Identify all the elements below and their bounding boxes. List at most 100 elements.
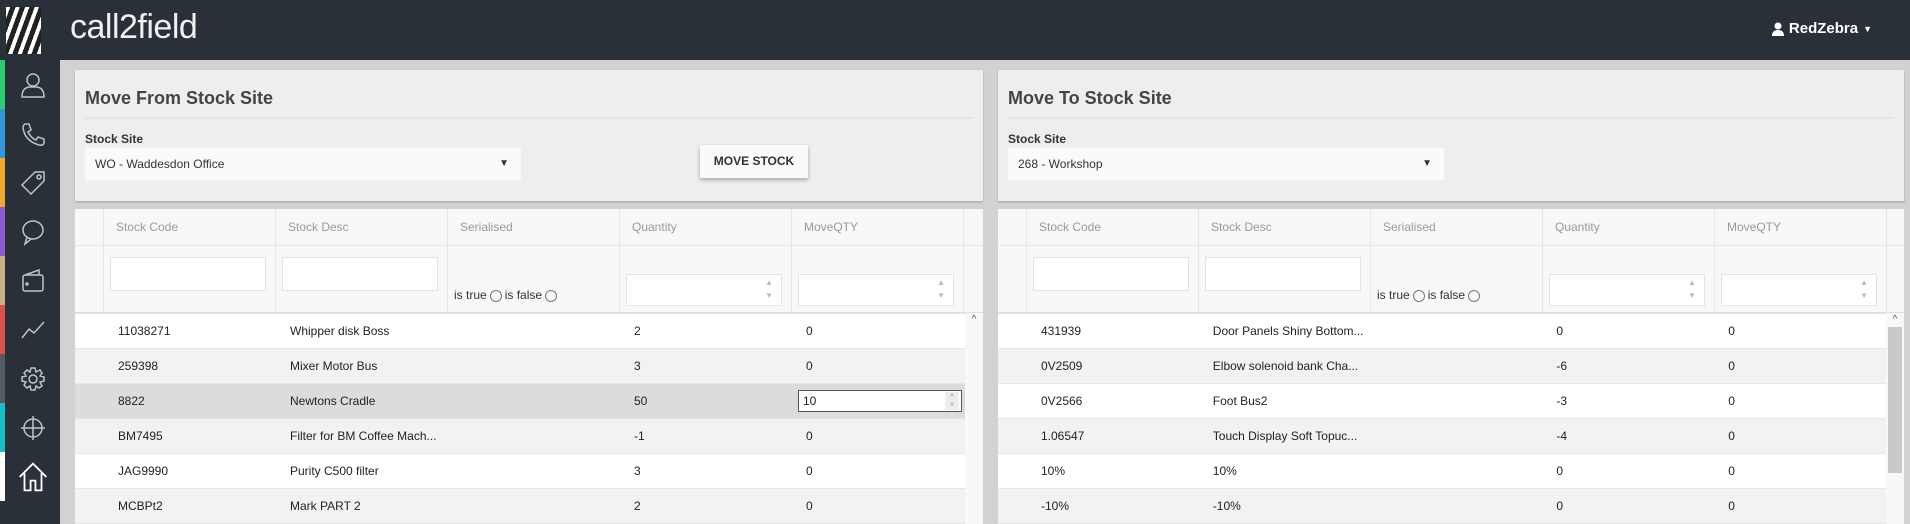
divider <box>1008 117 1894 119</box>
is-true-radio[interactable] <box>1412 289 1425 302</box>
serialised <box>1371 454 1543 488</box>
selected-value: 268 - Workshop <box>1018 157 1103 171</box>
spinner-icon[interactable]: ˄ ˅ <box>945 392 959 410</box>
stock-code: 10% <box>1040 464 1065 478</box>
move-stock-button[interactable]: MOVE STOCK <box>700 145 808 178</box>
stock-code-filter[interactable] <box>110 257 266 291</box>
stock-site-label: Stock Site <box>1008 132 1067 146</box>
serialised <box>1371 314 1543 348</box>
table-row[interactable]: 431939 Door Panels Shiny Bottom... 0 0 <box>998 314 1886 349</box>
column-header[interactable]: Serialised <box>1371 209 1543 245</box>
table-row[interactable]: -10% -10% 0 0 <box>998 489 1886 524</box>
gear-icon <box>20 366 45 391</box>
stock-desc-filter[interactable] <box>1205 257 1361 291</box>
column-header[interactable]: MoveQTY <box>1715 209 1887 245</box>
stock-desc: Newtons Cradle <box>290 394 376 408</box>
moveqty[interactable]: 0 <box>1714 349 1886 383</box>
table-row[interactable]: 1.06547 Touch Display Soft Topuc... -4 0 <box>998 419 1886 454</box>
stock-code-filter[interactable] <box>1033 257 1189 291</box>
serialised <box>1371 489 1543 523</box>
column-header[interactable]: Quantity <box>1543 209 1715 245</box>
column-header[interactable]: MoveQTY <box>792 209 964 245</box>
grid-filter-row: is true is false ▲ ▼ ▲ ▼ <box>998 246 1904 314</box>
moveqty[interactable]: 0 <box>1714 419 1886 453</box>
sidebar-item-phone[interactable] <box>0 109 60 158</box>
table-row[interactable]: MCBPt2 Mark PART 2 2 0 <box>75 489 965 524</box>
from-stock-grid: Stock Code Stock Desc Serialised Quantity Mo… <box>75 209 983 524</box>
caret-down-icon: ▼ <box>1863 23 1872 34</box>
is-false-radio[interactable] <box>545 289 558 302</box>
moveqty-filter[interactable]: ▲ ▼ <box>798 274 954 306</box>
stock-code: 8822 <box>118 394 145 408</box>
stock-desc: Filter for BM Coffee Mach... <box>290 429 437 443</box>
table-row[interactable]: 0V2566 Foot Bus2 -3 0 <box>998 384 1886 419</box>
stock-code: 1.06547 <box>1040 429 1085 443</box>
moveqty[interactable]: 0 <box>792 489 964 523</box>
column-header[interactable]: Stock Desc <box>276 209 448 245</box>
stock-desc-filter[interactable] <box>282 257 438 291</box>
table-row[interactable]: 10% 10% 0 0 <box>998 454 1886 489</box>
moveqty-filter[interactable]: ▲ ▼ <box>1721 274 1877 306</box>
column-header[interactable]: Serialised <box>448 209 620 245</box>
sidebar-item-chart[interactable] <box>0 305 60 354</box>
user-icon <box>20 72 45 98</box>
column-header[interactable]: Quantity <box>620 209 792 245</box>
moveqty[interactable]: 0 <box>792 454 964 488</box>
sidebar-item-home[interactable] <box>0 452 60 501</box>
quantity-filter[interactable]: ▲ ▼ <box>626 274 782 306</box>
zebra-logo[interactable] <box>6 7 41 54</box>
serialised <box>448 454 620 488</box>
sidebar-item-user[interactable] <box>0 60 60 109</box>
column-header[interactable]: Stock Desc <box>1199 209 1371 245</box>
is-false-radio[interactable] <box>1468 289 1481 302</box>
quantity-filter[interactable]: ▲ ▼ <box>1549 274 1705 306</box>
sidebar-item-wallet[interactable] <box>0 256 60 305</box>
grid-filter-row: is true is false ▲ ▼ ▲ ▼ <box>75 246 983 314</box>
sidebar-item-tag[interactable] <box>0 158 60 207</box>
stock-code: 0V2509 <box>1040 359 1083 373</box>
table-row[interactable]: 259398 Mixer Motor Bus 3 0 <box>75 349 965 384</box>
table-row[interactable]: 8822 Newtons Cradle 50 10 ˄ ˅ <box>75 384 965 419</box>
moveqty[interactable]: 0 <box>792 349 964 383</box>
user-menu[interactable]: RedZebra ▼ <box>1771 20 1872 37</box>
to-stock-site-select[interactable]: 268 - Workshop ▼ <box>1008 148 1444 180</box>
quantity: 3 <box>634 464 641 478</box>
vertical-scrollbar[interactable]: ^ <box>1886 313 1904 524</box>
is-true-radio[interactable] <box>489 289 502 302</box>
quantity: 0 <box>1556 324 1564 338</box>
from-stock-site-select[interactable]: WO - Waddesdon Office ▼ <box>85 148 521 180</box>
quantity: 50 <box>634 394 648 408</box>
sidebar-item-crosshair[interactable] <box>0 403 60 452</box>
moveqty[interactable]: 0 <box>1714 454 1886 488</box>
serialised <box>1371 419 1543 453</box>
username: RedZebra <box>1788 20 1859 37</box>
dropdown-arrow-icon: ▼ <box>1422 158 1432 169</box>
moveqty[interactable]: 0 <box>1714 489 1886 523</box>
quantity: -4 <box>1556 429 1568 443</box>
scroll-up-icon[interactable]: ^ <box>1886 313 1904 327</box>
stock-code: 11038271 <box>118 324 171 338</box>
vertical-scrollbar[interactable]: ^ <box>965 313 983 524</box>
user-icon <box>1771 22 1784 36</box>
table-row[interactable]: BM7495 Filter for BM Coffee Mach... -1 0 <box>75 419 965 454</box>
panel-title: Move From Stock Site <box>85 88 274 108</box>
home-icon <box>18 461 47 491</box>
moveqty-input[interactable]: 10 ˄ ˅ <box>798 390 962 412</box>
scroll-up-icon[interactable]: ^ <box>965 313 983 327</box>
stock-desc: Whipper disk Boss <box>290 324 390 338</box>
table-row[interactable]: JAG9990 Purity C500 filter 3 0 <box>75 454 965 489</box>
table-row[interactable]: 11038271 Whipper disk Boss 2 0 <box>75 314 965 349</box>
to-stock-grid: Stock Code Stock Desc Serialised Quantity Mo… <box>998 209 1904 524</box>
moveqty[interactable]: 0 <box>792 314 964 348</box>
scroll-thumb[interactable] <box>1888 327 1902 473</box>
moveqty[interactable]: 0 <box>1714 314 1886 348</box>
sidebar-item-gear[interactable] <box>0 354 60 403</box>
moveqty[interactable]: 0 <box>792 419 964 453</box>
column-header[interactable]: Stock Code <box>104 209 276 245</box>
quantity: -6 <box>1556 359 1568 373</box>
stock-desc: Elbow solenoid bank Cha... <box>1212 359 1359 373</box>
table-row[interactable]: 0V2509 Elbow solenoid bank Cha... -6 0 <box>998 349 1886 384</box>
moveqty[interactable]: 0 <box>1714 384 1886 418</box>
column-header[interactable]: Stock Code <box>1027 209 1199 245</box>
sidebar-item-chat[interactable] <box>0 207 60 256</box>
